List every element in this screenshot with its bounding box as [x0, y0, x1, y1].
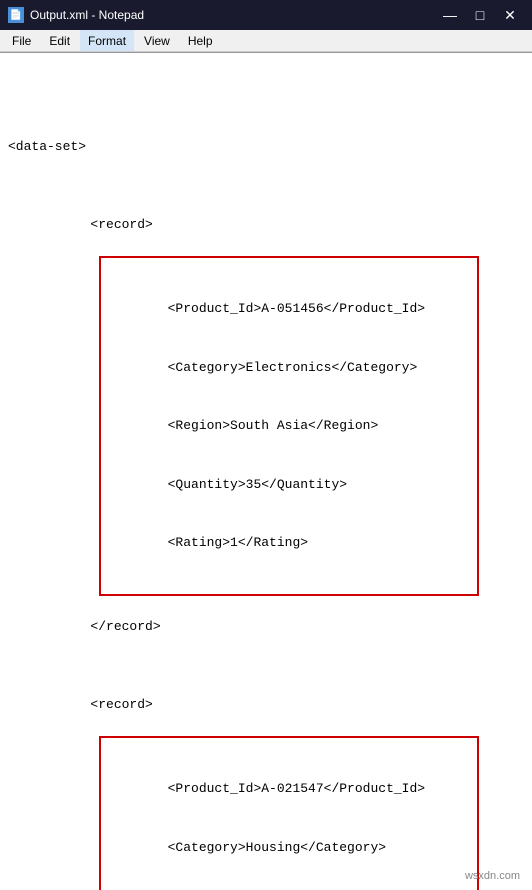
menu-bar: File Edit Format View Help — [0, 30, 532, 52]
menu-edit[interactable]: Edit — [41, 30, 78, 51]
menu-help[interactable]: Help — [180, 30, 221, 51]
menu-format[interactable]: Format — [80, 30, 134, 51]
record-1-category: <Category>Electronics</Category> — [105, 358, 473, 378]
minimize-button[interactable]: — — [436, 4, 464, 26]
title-bar-left: 📄 Output.xml - Notepad — [8, 7, 144, 23]
title-bar: 📄 Output.xml - Notepad — □ ✕ — [0, 0, 532, 30]
app-icon: 📄 — [8, 7, 24, 23]
window-controls[interactable]: — □ ✕ — [436, 4, 524, 26]
record-box-1: <Product_Id>A-051456</Product_Id> <Categ… — [99, 256, 479, 596]
menu-file[interactable]: File — [4, 30, 39, 51]
maximize-button[interactable]: □ — [466, 4, 494, 26]
record-close-1: </record> — [28, 617, 524, 637]
record-2-product: <Product_Id>A-021547</Product_Id> — [105, 779, 473, 799]
record-1-quantity: <Quantity>35</Quantity> — [105, 475, 473, 495]
record-1-rating: <Rating>1</Rating> — [105, 533, 473, 553]
window-title: Output.xml - Notepad — [30, 8, 144, 22]
open-dataset: <data-set> — [8, 137, 524, 157]
code-content: <data-set> <record> <Product_Id>A-051456… — [0, 57, 532, 890]
record-box-2: <Product_Id>A-021547</Product_Id> <Categ… — [99, 736, 479, 890]
menu-view[interactable]: View — [136, 30, 178, 51]
record-open-2: <record> — [28, 695, 524, 715]
record-1-product: <Product_Id>A-051456</Product_Id> — [105, 299, 473, 319]
record-1-region: <Region>South Asia</Region> — [105, 416, 473, 436]
watermark: wsxdn.com — [465, 870, 520, 882]
editor-area[interactable]: <data-set> <record> <Product_Id>A-051456… — [0, 52, 532, 890]
record-open-1: <record> — [28, 215, 524, 235]
record-2-category: <Category>Housing</Category> — [105, 838, 473, 858]
close-button[interactable]: ✕ — [496, 4, 524, 26]
